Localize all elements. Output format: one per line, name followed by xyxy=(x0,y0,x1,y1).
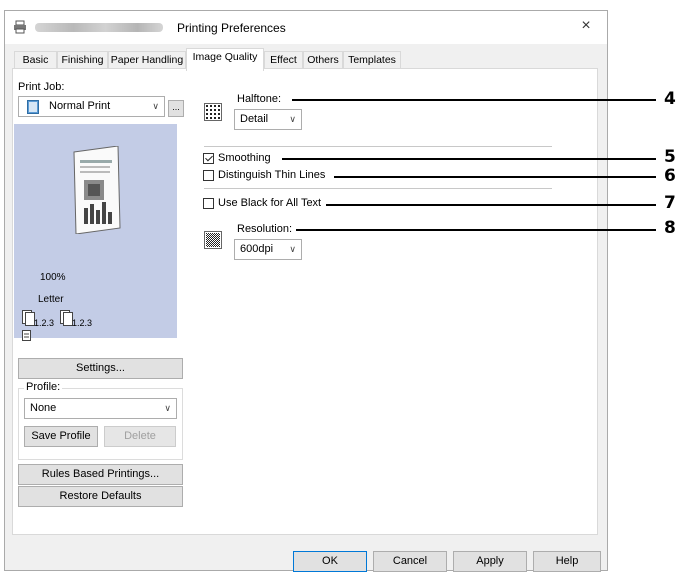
cancel-button[interactable]: Cancel xyxy=(373,551,447,572)
profile-select[interactable]: None ∨ xyxy=(24,398,177,419)
smoothing-label: Smoothing xyxy=(218,152,271,164)
chevron-down-icon: ∨ xyxy=(289,244,296,254)
paper-size: Letter xyxy=(38,294,64,305)
smoothing-checkbox[interactable] xyxy=(203,153,214,164)
callout-5: 5 xyxy=(664,147,676,167)
rules-based-printings-button[interactable]: Rules Based Printings... xyxy=(18,464,183,485)
tab-bar: Basic Finishing Paper Handling Image Qua… xyxy=(5,48,607,71)
profile-value: None xyxy=(30,402,57,414)
callout-7: 7 xyxy=(664,193,676,213)
callout-8: 8 xyxy=(664,218,676,238)
callout-line-6 xyxy=(334,176,656,178)
zoom-level: 100% xyxy=(40,272,66,283)
help-button[interactable]: Help xyxy=(533,551,601,572)
distinguish-thin-lines-label: Distinguish Thin Lines xyxy=(218,169,326,181)
apply-button[interactable]: Apply xyxy=(453,551,527,572)
profile-label: Profile: xyxy=(24,381,63,393)
save-profile-button[interactable]: Save Profile xyxy=(24,426,98,447)
chevron-down-icon: ∨ xyxy=(289,114,296,124)
print-job-label: Print Job: xyxy=(18,81,65,93)
page-order-right: 1.2.3 xyxy=(72,318,93,328)
callout-line-4 xyxy=(292,99,656,101)
use-black-text-checkbox[interactable] xyxy=(203,198,214,209)
printer-icon xyxy=(14,20,26,34)
callout-line-8 xyxy=(296,229,656,231)
resolution-icon xyxy=(204,231,222,249)
callout-line-7 xyxy=(326,204,656,206)
document-preview-icon xyxy=(73,146,121,234)
halftone-value: Detail xyxy=(240,113,269,125)
chevron-down-icon: ∨ xyxy=(152,101,159,111)
staple-icon xyxy=(22,330,31,341)
halftone-icon xyxy=(204,103,222,121)
print-job-browse-button[interactable]: ... xyxy=(168,100,184,117)
resolution-select[interactable]: 600dpi ∨ xyxy=(234,239,302,260)
page-order-left: 1.2.3 xyxy=(34,318,55,328)
tab-image-quality[interactable]: Image Quality xyxy=(186,48,264,71)
callout-4: 4 xyxy=(664,89,676,109)
use-black-text-label: Use Black for All Text xyxy=(218,197,322,209)
resolution-label: Resolution: xyxy=(237,223,293,235)
separator xyxy=(204,188,552,189)
restore-defaults-button[interactable]: Restore Defaults xyxy=(18,486,183,507)
delete-profile-button[interactable]: Delete xyxy=(104,426,176,447)
halftone-label: Halftone: xyxy=(237,93,282,105)
halftone-select[interactable]: Detail ∨ xyxy=(234,109,302,130)
blurred-printer-name xyxy=(35,23,163,32)
distinguish-thin-lines-checkbox[interactable] xyxy=(203,170,214,181)
title-bar: Printing Preferences × xyxy=(5,11,607,44)
resolution-value: 600dpi xyxy=(240,243,274,255)
document-icon xyxy=(27,100,39,114)
callout-line-5 xyxy=(282,158,656,160)
callout-6: 6 xyxy=(664,166,676,186)
print-job-select[interactable]: Normal Print ∨ xyxy=(18,96,165,117)
print-job-value: Normal Print xyxy=(49,100,111,112)
window-title: Printing Preferences xyxy=(177,21,286,35)
separator xyxy=(204,146,552,147)
page-preview: 100% Letter 1.2.3 1.2.3 xyxy=(14,124,177,341)
close-icon[interactable]: × xyxy=(575,16,597,38)
ok-button[interactable]: OK xyxy=(293,551,367,572)
chevron-down-icon: ∨ xyxy=(164,403,171,413)
settings-button[interactable]: Settings... xyxy=(18,358,183,379)
